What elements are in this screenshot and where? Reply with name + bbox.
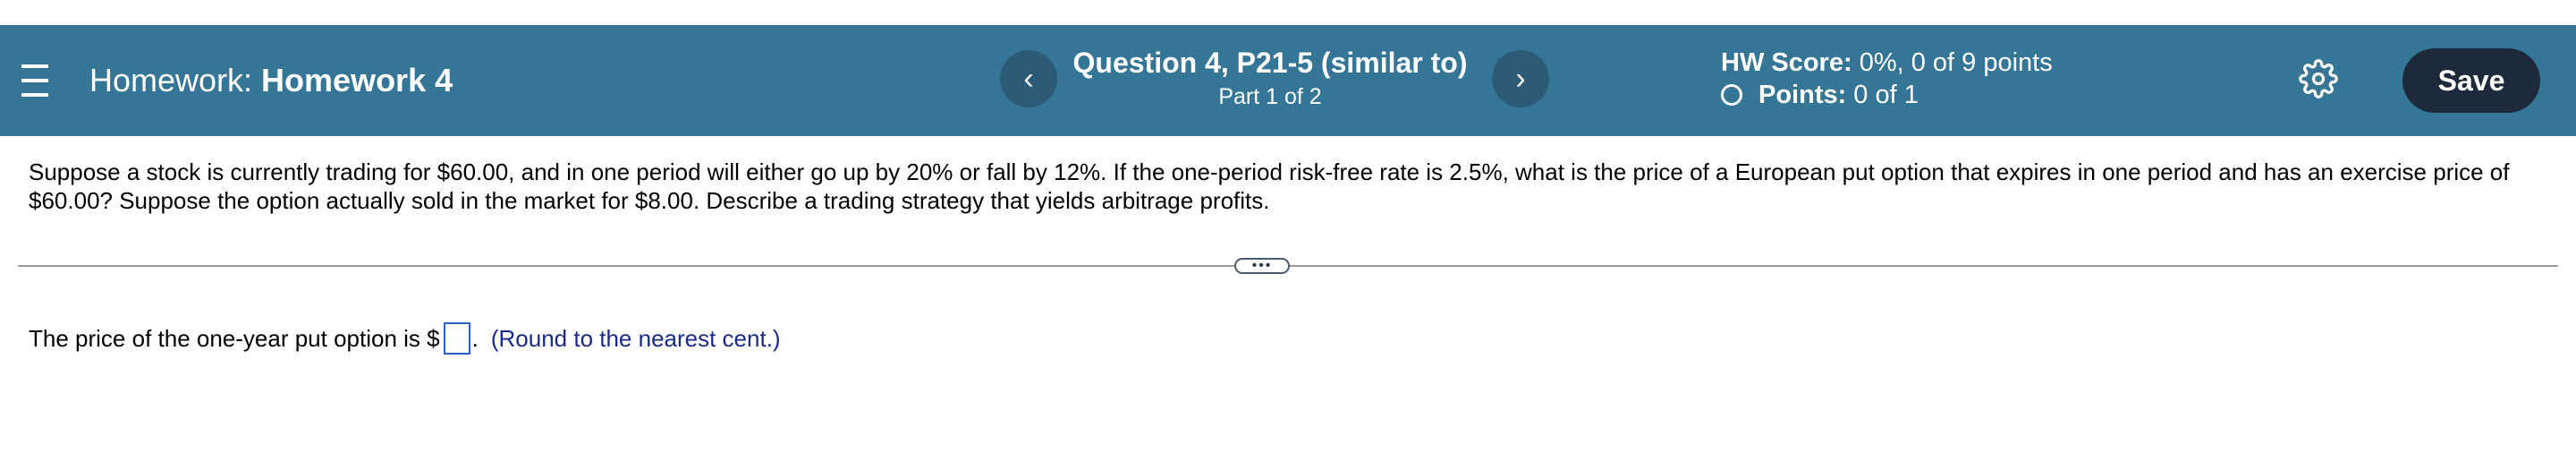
- question-text: Suppose a stock is currently trading for…: [29, 158, 2510, 214]
- answer-suffix: .: [471, 325, 479, 352]
- homework-title: Homework: Homework 4: [89, 61, 453, 100]
- rounding-hint: (Round to the nearest cent.): [490, 325, 781, 352]
- points-value: 0 of 1: [1853, 81, 1919, 109]
- points-circle-icon: [1721, 84, 1742, 106]
- save-button[interactable]: Save: [2402, 48, 2540, 113]
- homework-name: Homework 4: [261, 62, 453, 98]
- question-part: Part 1 of 2: [1218, 84, 1322, 109]
- points-status: Points: 0 of 1: [1721, 79, 1919, 111]
- hw-score-value: 0%, 0 of 9 points: [1859, 48, 2053, 77]
- header-bar: Homework: Homework 4 ‹ Question 4, P21-5 …: [0, 25, 2576, 136]
- expand-more-button[interactable]: •••: [1234, 258, 1290, 274]
- hw-score: HW Score: 0%, 0 of 9 points: [1721, 47, 2053, 79]
- hamburger-menu-icon[interactable]: [21, 64, 55, 97]
- answer-prefix: The price of the one-year put option is …: [29, 325, 440, 352]
- answer-line: The price of the one-year put option is …: [29, 321, 781, 356]
- homework-prefix: Homework:: [89, 62, 253, 98]
- question-title: Question 4, P21-5 (similar to): [1072, 47, 1468, 79]
- hw-score-label: HW Score:: [1721, 48, 1852, 77]
- top-strip: [0, 0, 2576, 25]
- chevron-right-icon: ›: [1515, 61, 1526, 96]
- points-label: Points:: [1758, 81, 1847, 109]
- next-question-button[interactable]: ›: [1492, 50, 1549, 107]
- answer-input[interactable]: [443, 322, 470, 355]
- gear-icon[interactable]: [2299, 59, 2338, 98]
